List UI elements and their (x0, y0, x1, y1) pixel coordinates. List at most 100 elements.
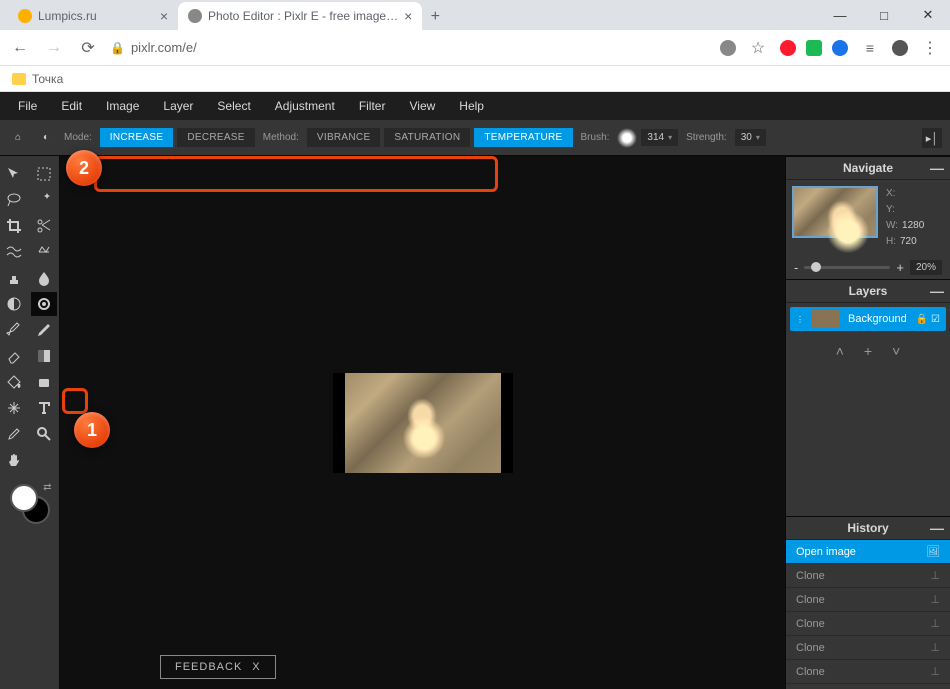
menu-image[interactable]: Image (96, 95, 149, 117)
strength-input[interactable]: 30 (735, 129, 766, 146)
history-item[interactable]: Clone⊥ (786, 612, 950, 636)
blur-tool[interactable] (31, 266, 57, 290)
browser-titlebar: Lumpics.ru × Photo Editor : Pixlr E - fr… (0, 0, 950, 30)
layer-up-button[interactable]: ˄ (836, 343, 844, 359)
lock-icon[interactable]: 🔒 ☑ (916, 314, 940, 325)
layer-item[interactable]: ⋮ Background 🔒 ☑ (790, 307, 946, 331)
shape-tool[interactable] (31, 370, 57, 394)
tab-lumpics[interactable]: Lumpics.ru × (8, 2, 178, 30)
translate-icon[interactable] (720, 40, 736, 56)
marquee-tool[interactable] (31, 162, 57, 186)
history-item[interactable]: Clone⊥ (786, 636, 950, 660)
zoom-tool[interactable] (31, 422, 57, 446)
history-item[interactable]: Clone⊥ (786, 588, 950, 612)
forward-button[interactable]: → (42, 39, 66, 57)
heal-tool[interactable] (31, 240, 57, 264)
ext-blue-icon[interactable] (832, 40, 848, 56)
brush-size-input[interactable]: 314 (641, 129, 678, 146)
maximize-button[interactable]: □ (862, 0, 906, 30)
feedback-button[interactable]: FEEDBACK X (160, 655, 276, 679)
bookmark-item[interactable]: Точка (32, 72, 63, 86)
menu-layer[interactable]: Layer (153, 95, 203, 117)
menu-edit[interactable]: Edit (51, 95, 92, 117)
draw-tool[interactable] (31, 318, 57, 342)
brush-preview[interactable] (617, 128, 637, 148)
menu-filter[interactable]: Filter (349, 95, 396, 117)
menu-select[interactable]: Select (207, 95, 260, 117)
method-vibrance-button[interactable]: VIBRANCE (307, 128, 381, 147)
color-picker[interactable]: ⇄ (10, 484, 50, 524)
tool-settings-icon[interactable]: ◐ (36, 128, 56, 148)
zoom-out-button[interactable]: - (794, 260, 798, 275)
stamp-icon: ⊥ (930, 569, 940, 582)
star-icon[interactable]: ☆ (746, 38, 770, 58)
sponge-tool[interactable] (31, 292, 57, 316)
crop-tool[interactable] (1, 214, 27, 238)
menu-file[interactable]: File (8, 95, 47, 117)
navigator-thumbnail[interactable] (792, 186, 878, 238)
text-tool[interactable] (31, 396, 57, 420)
tab-pixlr[interactable]: Photo Editor : Pixlr E - free image… × (178, 2, 422, 30)
mode-increase-button[interactable]: INCREASE (100, 128, 174, 147)
hand-tool[interactable] (1, 448, 27, 472)
layer-down-button[interactable]: ˅ (892, 343, 900, 359)
clone-tool[interactable] (1, 266, 27, 290)
layers-list: ⋮ Background 🔒 ☑ (786, 303, 950, 335)
favicon-icon (18, 9, 32, 23)
picker-tool[interactable] (1, 422, 27, 446)
method-saturation-button[interactable]: SATURATION (384, 128, 470, 147)
tab-title: Lumpics.ru (38, 9, 97, 23)
menu-view[interactable]: View (399, 95, 445, 117)
zoom-in-button[interactable]: + (896, 260, 904, 275)
zoom-value[interactable]: 20% (910, 260, 942, 275)
gradient-tool[interactable] (31, 344, 57, 368)
fill-tool[interactable] (1, 370, 27, 394)
menu-icon[interactable]: ⋮ (918, 38, 942, 58)
lasso-tool[interactable] (1, 188, 27, 212)
canvas[interactable]: FEEDBACK X (60, 156, 785, 689)
add-layer-button[interactable]: + (864, 343, 872, 359)
menu-adjustment[interactable]: Adjustment (265, 95, 345, 117)
collapse-icon[interactable]: — (930, 283, 944, 299)
pen-tool[interactable] (1, 318, 27, 342)
feedback-close[interactable]: X (252, 661, 260, 673)
wand-tool[interactable] (31, 188, 57, 212)
liquify-tool[interactable] (1, 240, 27, 264)
method-temperature-button[interactable]: TEMPERATURE (474, 128, 572, 147)
foreground-color[interactable] (10, 484, 38, 512)
back-button[interactable]: ← (8, 39, 32, 57)
reload-button[interactable]: ⟳ (76, 38, 100, 58)
history-item[interactable]: Clone⊥ (786, 684, 950, 689)
close-button[interactable]: ✕ (906, 0, 950, 30)
cutout-tool[interactable] (31, 214, 57, 238)
drag-handle-icon[interactable]: ⋮ (796, 315, 804, 324)
profile-avatar[interactable] (892, 40, 908, 56)
minimize-button[interactable]: — (818, 0, 862, 30)
zoom-thumb[interactable] (811, 262, 821, 272)
arrange-tool[interactable] (1, 162, 27, 186)
history-item[interactable]: Clone⊥ (786, 660, 950, 684)
options-bar: ⌂ ◐ Mode: INCREASE DECREASE Method: VIBR… (0, 120, 950, 156)
ext-opera-icon[interactable] (780, 40, 796, 56)
close-icon[interactable]: × (404, 8, 412, 24)
address-bar[interactable]: 🔒 pixlr.com/e/ (110, 40, 710, 55)
dodge-tool[interactable] (1, 292, 27, 316)
panel-expand-icon[interactable]: ▸│ (922, 128, 942, 148)
reading-list-icon[interactable]: ≡ (858, 40, 882, 56)
swap-colors-icon[interactable]: ⇄ (43, 482, 51, 493)
eraser-tool[interactable] (1, 344, 27, 368)
menu-help[interactable]: Help (449, 95, 494, 117)
mode-decrease-button[interactable]: DECREASE (177, 128, 254, 147)
new-tab-button[interactable]: + (422, 4, 448, 30)
zoom-track[interactable] (804, 266, 890, 269)
replace-color-tool[interactable] (1, 396, 27, 420)
history-item[interactable]: Open image🖼 (786, 540, 950, 564)
close-icon[interactable]: × (160, 8, 168, 24)
navigate-panel: X: Y: W:1280 H:720 (786, 180, 950, 256)
ext-green-icon[interactable] (806, 40, 822, 56)
history-item[interactable]: Clone⊥ (786, 564, 950, 588)
collapse-icon[interactable]: — (930, 520, 944, 536)
home-icon[interactable]: ⌂ (8, 128, 28, 148)
brush-label: Brush: (581, 132, 610, 143)
collapse-icon[interactable]: — (930, 160, 944, 176)
